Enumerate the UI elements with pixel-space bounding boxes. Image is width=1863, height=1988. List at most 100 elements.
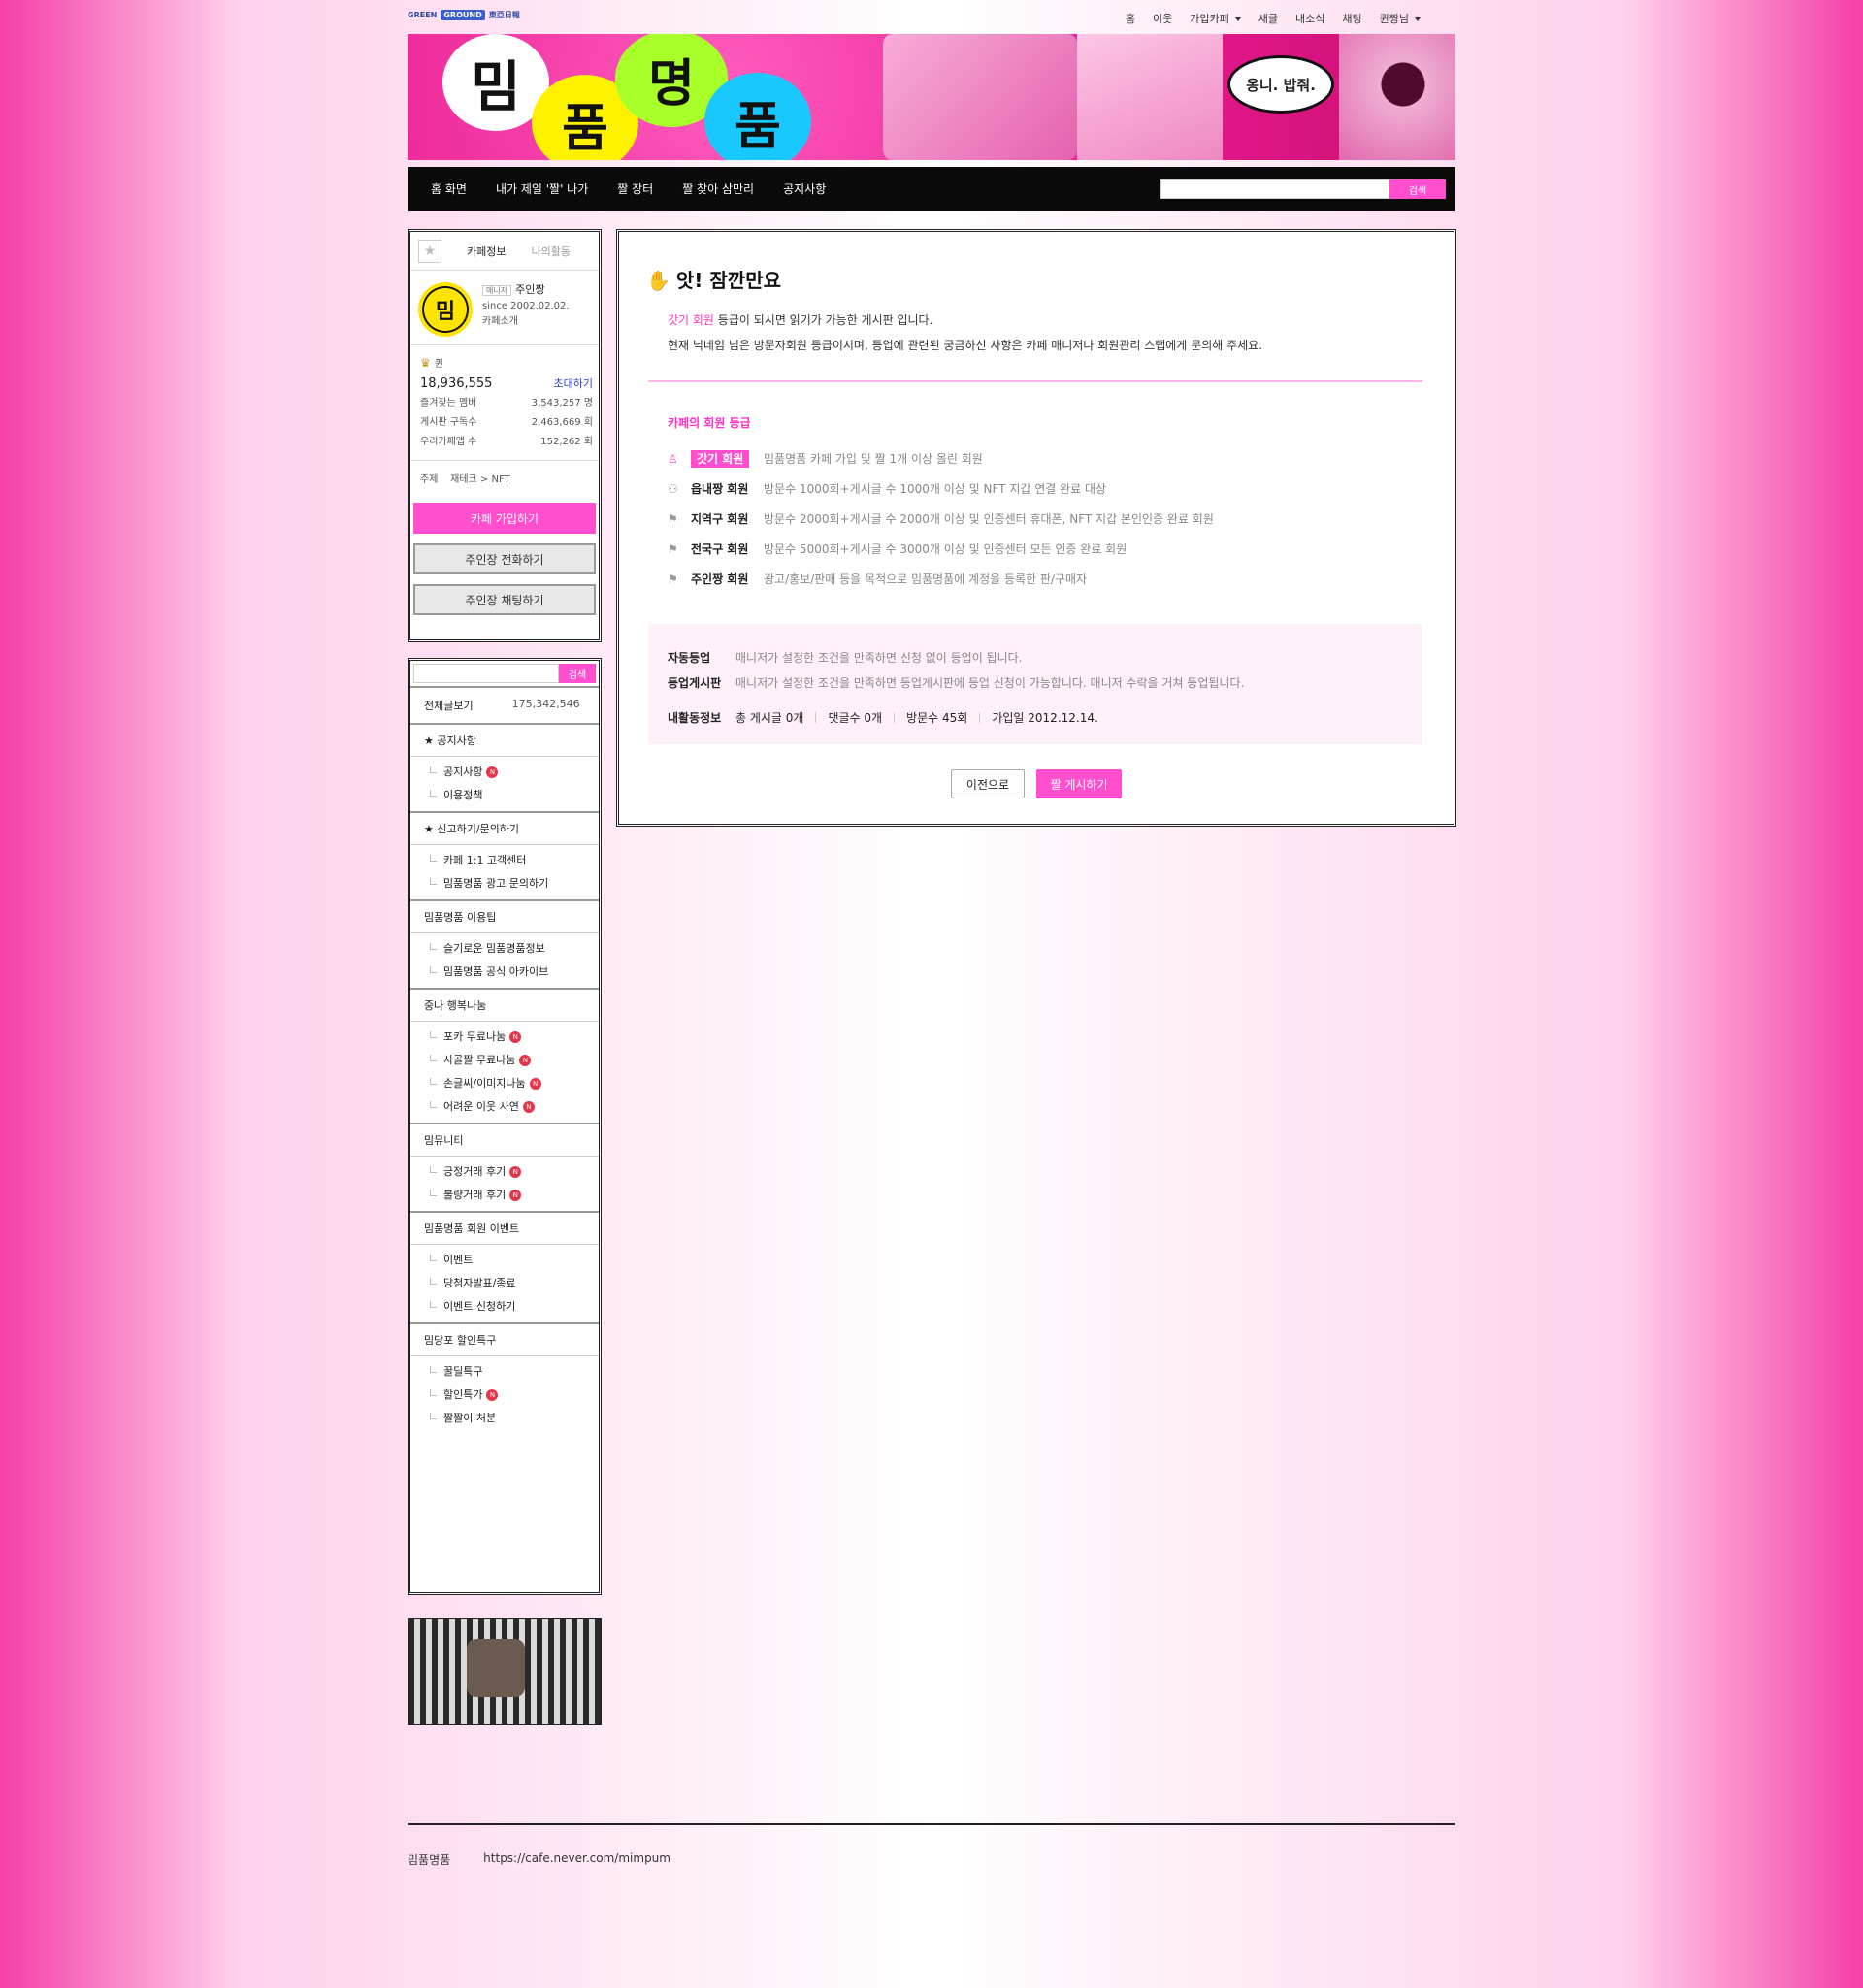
tab-cafe-info[interactable]: 카페정보 <box>467 244 506 259</box>
nav-home[interactable]: 홈 화면 <box>431 180 467 197</box>
menu-item[interactable]: 사골짤 무료나눔 N <box>430 1049 599 1072</box>
partner-logo-2[interactable]: GROUND <box>441 10 485 20</box>
hand-icon: ✋ <box>646 269 670 292</box>
menu-item[interactable]: 짤짤이 처분 <box>430 1407 599 1430</box>
banner-dog-image <box>1077 34 1223 160</box>
banner-cart-image <box>883 34 1077 160</box>
menu-item[interactable]: 이벤트 신청하기 <box>430 1295 599 1319</box>
menu-item[interactable]: 꿀딜특구 <box>430 1360 599 1384</box>
menu-item[interactable]: 밈품명품 광고 문의하기 <box>430 872 599 896</box>
chat-owner-button[interactable]: 주인장 채팅하기 <box>413 584 596 615</box>
activity-label: 내활동정보 <box>668 711 722 725</box>
top-link-joined-cafes-label: 가입카페 <box>1190 13 1229 25</box>
cafe-info-panel: ★ 카페정보 나의활동 밈 매니저 주인짱 since 2002.02.02. 카… <box>408 229 602 642</box>
menu-section-items: 긍정거래 후기 N 불량거래 후기 N <box>410 1156 599 1211</box>
nav-notice[interactable]: 공지사항 <box>783 180 826 197</box>
menu-section-title[interactable]: ★ 신고하기/문의하기 <box>410 811 599 844</box>
menu-item[interactable]: 이벤트 <box>430 1249 599 1272</box>
banner-burst-4: 품 <box>704 73 811 160</box>
partner-logo-3[interactable]: 東亞日報 <box>489 10 520 20</box>
menu-item[interactable]: 어려운 이웃 사연 N <box>430 1095 599 1119</box>
partner-logo-1[interactable]: GREEN <box>408 11 437 19</box>
menu-item-label: 이벤트 <box>443 1254 474 1266</box>
menu-section-title[interactable]: 밈품명품 이용팁 <box>410 899 599 932</box>
menu-item[interactable]: 긍정거래 후기 N <box>430 1160 599 1184</box>
menu-section-items: 공지사항 N 이용정책 <box>410 756 599 811</box>
top-links: 홈 이웃 가입카페 새글 내소식 채팅 퀸짱님 <box>1126 11 1421 26</box>
auto-upgrade-desc: 매니저가 설정한 조건을 만족하면 신청 없이 등업이 됩니다. <box>735 651 1023 665</box>
menu-item[interactable]: 슬기로운 밈품명품정보 <box>430 937 599 961</box>
new-badge-icon: N <box>486 1389 499 1401</box>
call-owner-button[interactable]: 주인장 전화하기 <box>413 543 596 574</box>
access-notice: 갓기 회원 등급이 되시면 읽기가 가능한 게시판 입니다. 현재 닉네임 님은… <box>668 308 1262 358</box>
upgrade-info-box: 자동등업 매니저가 설정한 조건을 만족하면 신청 없이 등업이 됩니다. 등업게… <box>648 624 1422 744</box>
nav-best-meme[interactable]: 내가 제일 '짤' 나가 <box>496 180 588 197</box>
cafe-intro-link[interactable]: 카페소개 <box>482 314 570 330</box>
all-posts-link[interactable]: 전체글보기 175,342,546 <box>410 686 599 723</box>
nav-search-input[interactable] <box>1160 179 1389 199</box>
menu-section-items: 카페 1:1 고객센터 밈품명품 광고 문의하기 <box>410 844 599 899</box>
new-badge-icon: N <box>509 1190 522 1201</box>
menu-section-title[interactable]: 밈당포 할인특구 <box>410 1322 599 1355</box>
member-grade-icon: ⚇ <box>668 481 678 496</box>
menu-search-input[interactable] <box>413 664 559 683</box>
manager-name[interactable]: 주인짱 <box>515 283 544 296</box>
page-title: 앗! 잠깐만요 <box>675 269 781 292</box>
menu-item[interactable]: 포카 무료나눔 N <box>430 1026 599 1049</box>
footer-cafe-url[interactable]: https://cafe.never.com/mimpum <box>483 1851 670 1868</box>
menu-item[interactable]: 이용정책 <box>430 784 599 807</box>
top-link-neighbor[interactable]: 이웃 <box>1153 11 1172 26</box>
menu-item[interactable]: 카페 1:1 고객센터 <box>430 849 599 872</box>
divider <box>648 380 1422 382</box>
grade-name-label: 지역구 회원 <box>691 512 749 526</box>
grade-description: 방문수 2000회+게시글 수 2000개 이상 및 인증센터 휴대폰, NFT… <box>764 512 1214 526</box>
menu-section-title[interactable]: ★ 공지사항 <box>410 723 599 756</box>
tab-my-activity[interactable]: 나의활동 <box>531 244 570 259</box>
top-link-home[interactable]: 홈 <box>1126 11 1135 26</box>
new-badge-icon: N <box>522 1101 535 1113</box>
grade-name: 전국구 회원 <box>691 540 764 557</box>
nav-meme-market[interactable]: 짤 장터 <box>617 180 653 197</box>
back-button[interactable]: 이전으로 <box>951 769 1025 798</box>
menu-section-items: 꿀딜특구 할인특가 N 짤짤이 처분 <box>410 1355 599 1434</box>
grade-name: 지역구 회원 <box>691 510 764 527</box>
menu-item-label: 이용정책 <box>443 789 483 801</box>
menu-section-title[interactable]: 밈품명품 회원 이벤트 <box>410 1211 599 1244</box>
activity-comments: 댓글수 0개 <box>828 711 883 725</box>
crown-icon: ♛ <box>420 356 431 370</box>
invite-link[interactable]: 초대하기 <box>554 375 593 394</box>
menu-item-label: 손글씨/이미지나눔 <box>443 1077 526 1090</box>
user-name: 퀸짱님 <box>1379 13 1409 25</box>
top-link-new-posts[interactable]: 새글 <box>1258 11 1278 26</box>
menu-item-label: 어려운 이웃 사연 <box>443 1100 519 1113</box>
footer: 밈품명품 https://cafe.never.com/mimpum <box>408 1851 670 1868</box>
menu-item[interactable]: 공지사항 N <box>430 761 599 784</box>
stat-value: 152,262 회 <box>540 437 593 447</box>
post-meme-button[interactable]: 짤 게시하기 <box>1036 769 1122 798</box>
top-link-my-news[interactable]: 내소식 <box>1295 11 1324 26</box>
menu-item[interactable]: 당첨자발표/종료 <box>430 1272 599 1295</box>
top-link-chat[interactable]: 채팅 <box>1342 11 1361 26</box>
cafe-banner[interactable]: 밈 품 명 품 옹니. 밥줘. <box>408 34 1455 160</box>
nav-meme-search[interactable]: 짤 찾아 삼만리 <box>682 180 754 197</box>
menu-item[interactable]: 불량거래 후기 N <box>430 1184 599 1207</box>
separator <box>815 712 817 723</box>
separator <box>894 712 896 723</box>
menu-item[interactable]: 할인특가 N <box>430 1384 599 1407</box>
top-link-user-menu[interactable]: 퀸짱님 <box>1380 11 1421 26</box>
menu-search-button[interactable]: 검색 <box>559 664 596 683</box>
topic-value[interactable]: 재테크 > NFT <box>450 474 510 485</box>
grade-name-label: 갓기 회원 <box>691 450 750 468</box>
menu-section-title[interactable]: 밈뮤니티 <box>410 1123 599 1156</box>
cafe-side-image[interactable] <box>408 1618 602 1725</box>
member-count: 18,936,555 <box>420 376 493 391</box>
top-link-joined-cafes[interactable]: 가입카페 <box>1190 11 1241 26</box>
menu-item[interactable]: 손글씨/이미지나눔 N <box>430 1072 599 1095</box>
menu-item-label: 짤짤이 처분 <box>443 1412 497 1424</box>
menu-section-title[interactable]: 중나 행복나눔 <box>410 988 599 1021</box>
join-cafe-button[interactable]: 카페 가입하기 <box>413 503 596 534</box>
menu-item[interactable]: 밈품명품 공식 아카이브 <box>430 961 599 984</box>
nav-search-button[interactable]: 검색 <box>1389 179 1446 199</box>
footer-cafe-name[interactable]: 밈품명품 <box>408 1851 450 1868</box>
favorite-star-icon[interactable]: ★ <box>418 239 441 263</box>
